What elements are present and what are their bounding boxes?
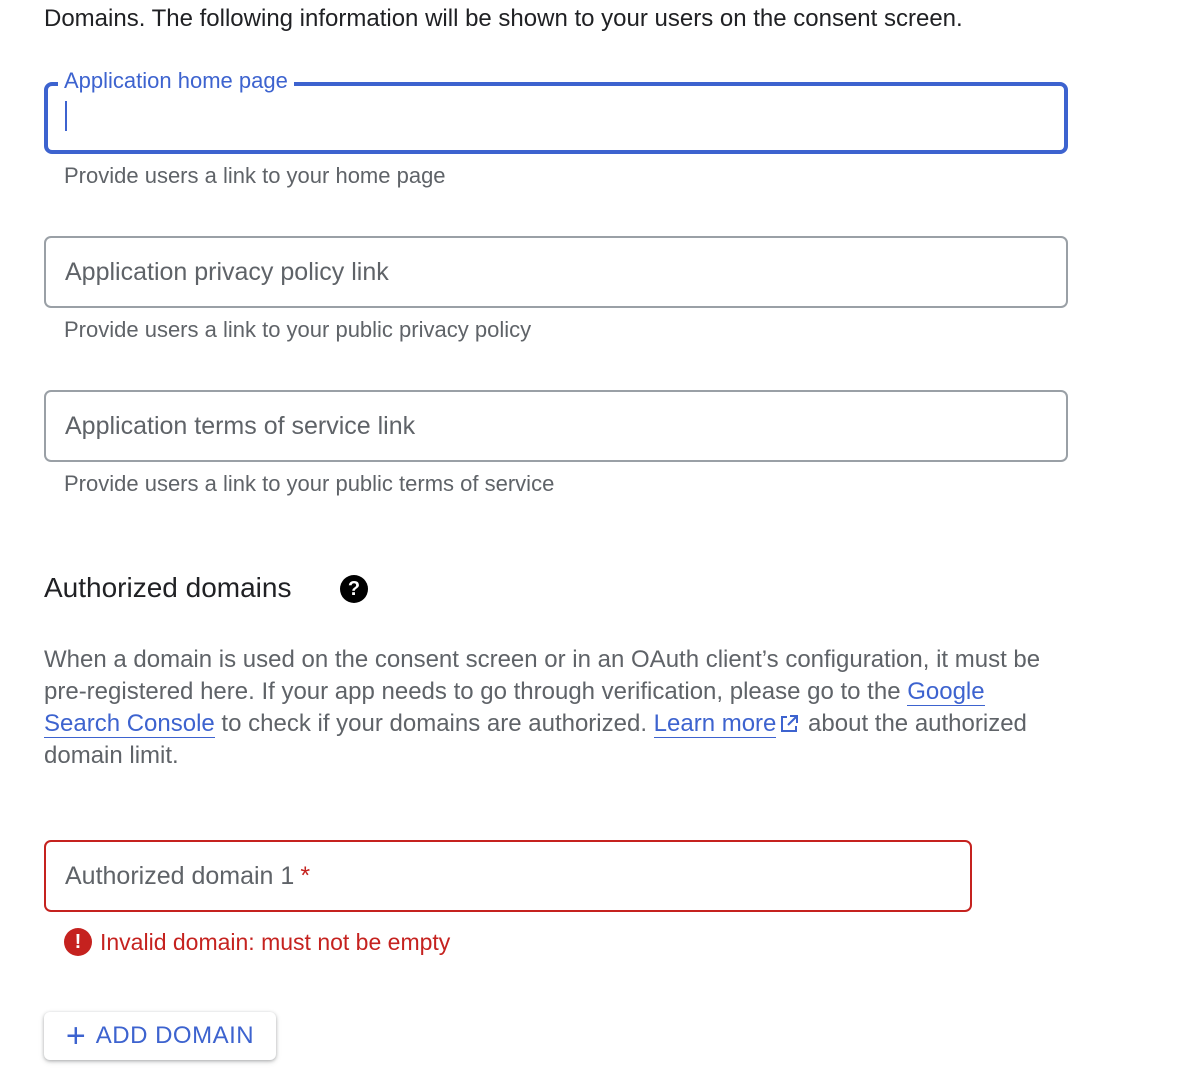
home-page-label: Application home page [58, 66, 294, 96]
authorized-domains-title: Authorized domains [44, 572, 292, 603]
authorized-domain-input[interactable]: Authorized domain 1 * [44, 840, 972, 912]
privacy-policy-input[interactable]: Application privacy policy link [44, 236, 1068, 308]
add-domain-label: ADD DOMAIN [95, 1022, 255, 1049]
external-link-icon[interactable] [779, 714, 799, 734]
privacy-policy-helper: Provide users a link to your public priv… [64, 317, 532, 342]
description-text-1: When a domain is used on the consent scr… [44, 646, 1041, 705]
oauth-consent-domains-form: Domains. The following information will … [0, 0, 1200, 1072]
authorized-domain-placeholder-text: Authorized domain 1 [65, 862, 295, 890]
domain-error-message: ! Invalid domain: must not be empty [64, 926, 450, 958]
help-circle-icon[interactable]: ? [340, 575, 368, 603]
home-page-helper: Provide users a link to your home page [64, 163, 446, 188]
error-icon: ! [64, 928, 92, 956]
plus-icon: + [65, 1017, 86, 1055]
description-text-2: to check if your domains are authorized. [214, 710, 654, 737]
privacy-policy-placeholder: Application privacy policy link [65, 258, 389, 286]
terms-of-service-helper: Provide users a link to your public term… [64, 471, 555, 496]
intro-text: Domains. The following information will … [44, 5, 963, 32]
authorized-domain-placeholder: Authorized domain 1 * [65, 842, 310, 910]
terms-of-service-input[interactable]: Application terms of service link [44, 390, 1068, 462]
required-marker: * [300, 862, 311, 890]
add-domain-button[interactable]: + ADD DOMAIN [44, 1012, 276, 1060]
text-caret [65, 101, 67, 131]
error-text: Invalid domain: must not be empty [100, 928, 451, 955]
authorized-domains-description: When a domain is used on the consent scr… [44, 644, 1064, 772]
learn-more-link[interactable]: Learn more [653, 710, 777, 738]
terms-of-service-placeholder: Application terms of service link [65, 412, 416, 440]
